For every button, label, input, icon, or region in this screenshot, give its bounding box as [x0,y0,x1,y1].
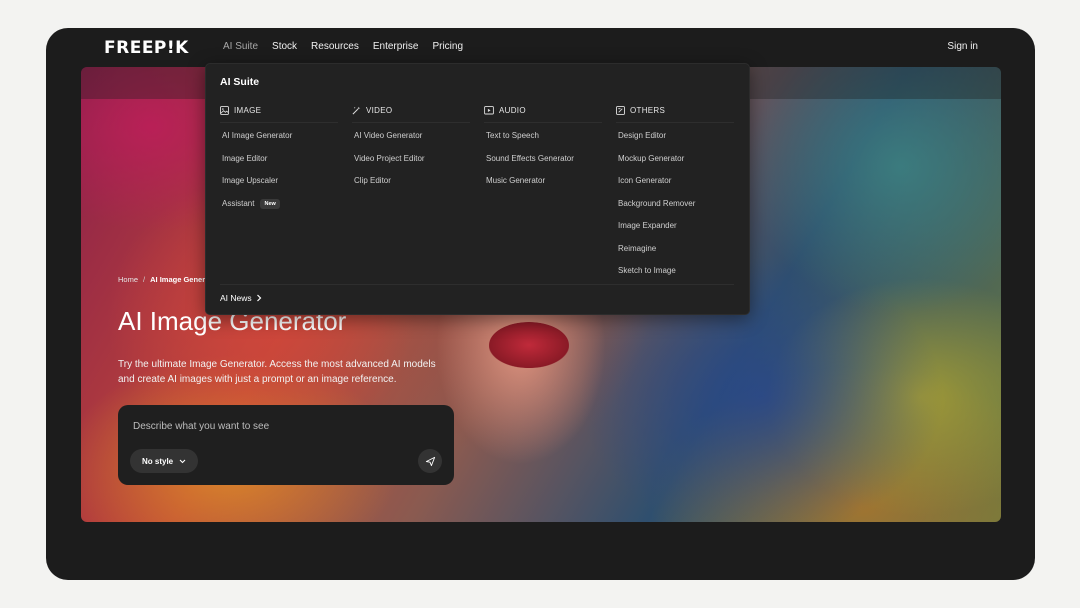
ai-suite-dropdown-menu: AI Suite IMAGE AI Image Generator Image … [205,63,750,315]
style-dropdown-button[interactable]: No style [130,449,199,473]
hero-description: Try the ultimate Image Generator. Access… [118,359,436,385]
breadcrumb-separator: / [143,275,146,284]
breadcrumb-home[interactable]: Home [118,275,138,284]
menu-item-image-upscaler[interactable]: Image Upscaler [220,170,340,193]
column-heading-audio: AUDIO [484,102,602,123]
nav-enterprise[interactable]: Enterprise [373,41,419,52]
nav-resources[interactable]: Resources [311,41,359,52]
dropdown-divider [220,284,734,285]
hero-image-detail [489,322,569,368]
menu-item-background-remover[interactable]: Background Remover [616,193,736,216]
send-icon [425,456,435,466]
column-others: OTHERS Design Editor Mockup Generator Ic… [616,102,736,283]
menu-item-assistant[interactable]: Assistant New [220,193,340,216]
menu-item-reimagine[interactable]: Reimagine [616,238,736,261]
menu-item-image-editor[interactable]: Image Editor [220,148,340,171]
breadcrumb-current: AI Image Genera [150,275,210,284]
top-navigation: FREEP!K AI Suite Stock Resources Enterpr… [46,28,1035,66]
menu-item-icon-generator[interactable]: Icon Generator [616,170,736,193]
menu-item-design-editor[interactable]: Design Editor [616,125,736,148]
menu-item-image-expander[interactable]: Image Expander [616,215,736,238]
play-screen-icon [484,105,494,114]
freepik-logo[interactable]: FREEP!K [104,38,189,58]
menu-item-mockup-generator[interactable]: Mockup Generator [616,148,736,171]
menu-item-sketch-to-image[interactable]: Sketch to Image [616,260,736,283]
menu-item-clip-editor[interactable]: Clip Editor [352,170,472,193]
menu-item-music-generator[interactable]: Music Generator [484,170,604,193]
menu-item-text-to-speech[interactable]: Text to Speech [484,125,604,148]
menu-item-video-project-editor[interactable]: Video Project Editor [352,148,472,171]
nav-pricing[interactable]: Pricing [432,41,463,52]
ai-news-link[interactable]: AI News [220,293,262,303]
dropdown-title: AI Suite [220,76,260,88]
prompt-box: No style [118,405,454,485]
chevron-down-icon [179,459,186,463]
breadcrumb: Home / AI Image Genera [118,275,209,284]
sign-in-link[interactable]: Sign in [947,41,978,52]
menu-item-ai-video-generator[interactable]: AI Video Generator [352,125,472,148]
menu-item-sound-effects-generator[interactable]: Sound Effects Generator [484,148,604,171]
image-icon [220,105,229,115]
send-button[interactable] [418,449,442,473]
new-badge: New [260,198,280,209]
browser-frame: FREEP!K AI Suite Stock Resources Enterpr… [46,28,1035,580]
column-video: VIDEO AI Video Generator Video Project E… [352,102,472,193]
chevron-right-icon [256,294,262,302]
column-image: IMAGE AI Image Generator Image Editor Im… [220,102,340,215]
menu-item-ai-image-generator[interactable]: AI Image Generator [220,125,340,148]
column-heading-image: IMAGE [220,102,338,123]
nav-ai-suite[interactable]: AI Suite [223,41,258,52]
column-heading-video: VIDEO [352,102,470,123]
style-label: No style [142,456,174,466]
magic-wand-icon [352,106,361,114]
column-heading-others: OTHERS [616,102,734,123]
nav-stock[interactable]: Stock [272,41,297,52]
column-audio: AUDIO Text to Speech Sound Effects Gener… [484,102,604,193]
design-tools-icon [616,105,625,115]
prompt-input[interactable] [131,417,435,435]
main-nav: AI Suite Stock Resources Enterprise Pric… [223,41,463,52]
